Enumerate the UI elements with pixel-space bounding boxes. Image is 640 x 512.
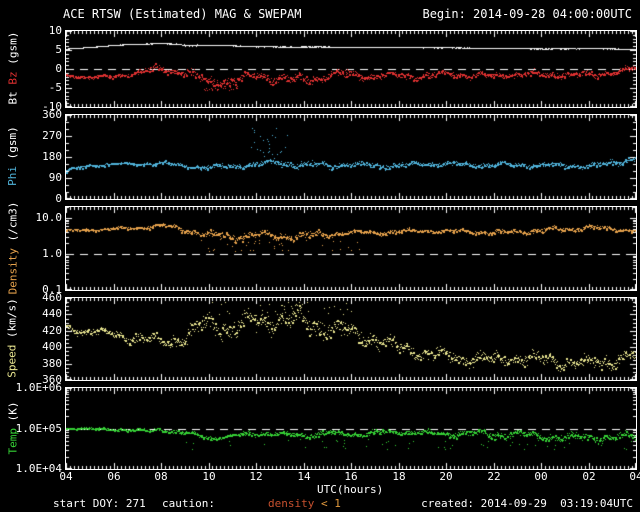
x-tick-label: 08 [154, 470, 168, 483]
y-tick-label: 460 [42, 291, 62, 304]
y-axis-title-part: (/cm3) [6, 201, 19, 248]
plot-canvas-mag-bt-bz [66, 31, 636, 107]
plot-panel-mag-bt-bz [65, 30, 637, 108]
y-tick-label: 420 [42, 324, 62, 337]
footer-caution-value-part: < 1 [314, 497, 341, 510]
x-tick-label: 00 [534, 470, 548, 483]
plot-canvas-density [66, 207, 636, 290]
y-tick-label: 0 [55, 192, 62, 205]
x-tick-label: 04 [59, 470, 73, 483]
footer-caution-value-part: density [268, 497, 315, 510]
begin-timestamp: Begin: 2014-09-28 04:00:00UTC [422, 7, 632, 21]
y-tick-label: 90 [48, 171, 62, 184]
x-tick-label: 22 [487, 470, 501, 483]
plot-canvas-temp [66, 388, 636, 469]
y-tick-label: -5 [48, 81, 62, 94]
x-tick-label: 18 [392, 470, 406, 483]
x-tick-label: 10 [202, 470, 216, 483]
footer-start-doy: start DOY: 271 [53, 497, 146, 510]
y-tick-label: 1.0 [42, 247, 62, 260]
x-axis-title: UTC(hours) [317, 483, 384, 496]
y-tick-label: 270 [42, 129, 62, 142]
x-tick-label: 20 [439, 470, 453, 483]
y-tick-label: 440 [42, 307, 62, 320]
y-tick-label: 1.0E+05 [15, 422, 62, 435]
plot-panel-phi [65, 114, 637, 200]
plot-panel-speed [65, 297, 637, 381]
y-axis-title-part: (km/s) [6, 298, 20, 345]
x-tick-label: 04 [629, 470, 640, 483]
plot-canvas-speed [66, 298, 636, 380]
y-tick-label: 400 [42, 340, 62, 353]
y-tick-label: 1.0E+06 [15, 381, 62, 394]
y-tick-label: 360 [42, 108, 62, 121]
y-tick-label: 0 [55, 62, 62, 75]
footer-caution-label: caution: [162, 497, 215, 510]
footer-created-timestamp: created: 2014-09-29 03:19:04UTC [421, 497, 633, 510]
plot-canvas-phi [66, 115, 636, 199]
x-tick-label: 06 [107, 470, 121, 483]
plot-panel-temp [65, 387, 637, 470]
y-tick-label: 10 [48, 24, 62, 37]
y-tick-label: 380 [42, 357, 62, 370]
y-tick-label: 5 [55, 43, 62, 56]
plot-panel-density [65, 206, 637, 291]
ace-rtsw-plot: ACE RTSW (Estimated) MAG & SWEPAM Begin:… [0, 0, 640, 512]
y-tick-label: 10.0 [35, 211, 63, 224]
plot-title: ACE RTSW (Estimated) MAG & SWEPAM [63, 7, 302, 21]
footer-caution-value: density < 1 [268, 498, 341, 510]
y-tick-label: 180 [42, 150, 62, 163]
x-tick-label: 12 [249, 470, 263, 483]
x-tick-label: 16 [344, 470, 358, 483]
x-tick-label: 02 [582, 470, 596, 483]
x-tick-label: 14 [297, 470, 311, 483]
